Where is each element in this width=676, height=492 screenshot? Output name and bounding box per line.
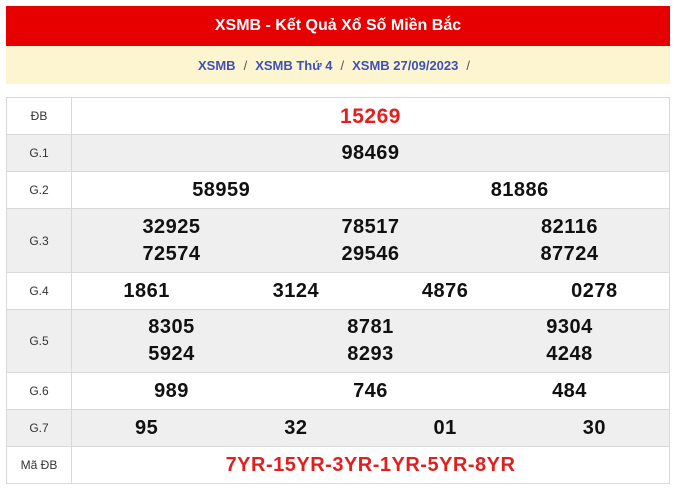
breadcrumb: XSMB / XSMB Thứ 4 / XSMB 27/09/2023 / bbox=[6, 46, 670, 84]
row-g5: G.5 8305 5924 8781 8293 9304 4248 bbox=[7, 310, 669, 373]
prize-label: G.4 bbox=[7, 273, 72, 309]
prize-label: G.7 bbox=[7, 410, 72, 446]
row-g1: G.1 98469 bbox=[7, 135, 669, 172]
prize-number: 4248 bbox=[546, 343, 593, 365]
prize-number: 8305 bbox=[148, 316, 195, 338]
breadcrumb-xsmb[interactable]: XSMB bbox=[198, 58, 236, 73]
prize-label: G.1 bbox=[7, 135, 72, 171]
prize-number: 8293 bbox=[347, 343, 394, 365]
row-g3: G.3 32925 72574 78517 29546 82116 87724 bbox=[7, 209, 669, 273]
prize-number: 4876 bbox=[421, 279, 469, 302]
breadcrumb-separator: / bbox=[243, 57, 248, 73]
prize-number: 989 bbox=[154, 379, 189, 402]
prize-number: 1861 bbox=[123, 279, 170, 302]
special-code: 7YR-15YR-3YR-1YR-5YR-8YR bbox=[225, 453, 516, 476]
prize-number: 5924 bbox=[148, 343, 195, 365]
prize-number: 72574 bbox=[142, 242, 201, 265]
prize-label: G.2 bbox=[7, 172, 72, 208]
prize-label: G.5 bbox=[7, 310, 72, 372]
page-header: XSMB - Kết Quả Xổ Số Miền Bắc bbox=[6, 6, 670, 46]
breadcrumb-separator: / bbox=[340, 57, 345, 73]
prize-number: 82116 bbox=[540, 215, 598, 238]
prize-number: 98469 bbox=[341, 141, 400, 164]
prize-number: 58959 bbox=[192, 178, 251, 201]
breadcrumb-separator: / bbox=[466, 57, 470, 73]
prize-number: 29546 bbox=[341, 242, 400, 265]
prize-number: 87724 bbox=[540, 242, 599, 265]
breadcrumb-xsmb-date[interactable]: XSMB 27/09/2023 bbox=[352, 58, 458, 73]
prize-number: 9304 bbox=[546, 316, 593, 338]
breadcrumb-xsmb-thu-4[interactable]: XSMB Thứ 4 bbox=[255, 58, 332, 73]
prize-number: 30 bbox=[582, 416, 606, 439]
row-g6: G.6 989 746 484 bbox=[7, 373, 669, 410]
prize-number: 01 bbox=[433, 416, 457, 439]
prize-number: 32925 bbox=[142, 215, 201, 238]
prize-label: G.6 bbox=[7, 373, 72, 409]
prize-number: 32 bbox=[284, 416, 308, 439]
prize-number: 95 bbox=[135, 416, 159, 439]
prize-number: 0278 bbox=[571, 279, 618, 302]
prize-label: ĐB bbox=[7, 98, 72, 134]
prize-number: 81886 bbox=[490, 178, 549, 201]
row-db: ĐB 15269 bbox=[7, 98, 669, 135]
prize-number: 746 bbox=[353, 379, 388, 402]
prize-number: 8781 bbox=[347, 316, 394, 338]
row-g7: G.7 95 32 01 30 bbox=[7, 410, 669, 447]
page-title: XSMB - Kết Quả Xổ Số Miền Bắc bbox=[214, 17, 462, 34]
prize-number: 3124 bbox=[272, 279, 320, 302]
special-prize-number: 15269 bbox=[340, 104, 401, 128]
prize-number: 484 bbox=[552, 379, 587, 402]
prize-label: Mã ĐB bbox=[7, 447, 72, 483]
prize-label: G.3 bbox=[7, 209, 72, 272]
row-g2: G.2 58959 81886 bbox=[7, 172, 669, 209]
results-table: ĐB 15269 G.1 98469 G.2 58959 81886 G.3 3… bbox=[6, 97, 670, 484]
row-ma-db: Mã ĐB 7YR-15YR-3YR-1YR-5YR-8YR bbox=[7, 447, 669, 484]
prize-number: 78517 bbox=[341, 215, 400, 238]
row-g4: G.4 1861 3124 4876 0278 bbox=[7, 273, 669, 310]
